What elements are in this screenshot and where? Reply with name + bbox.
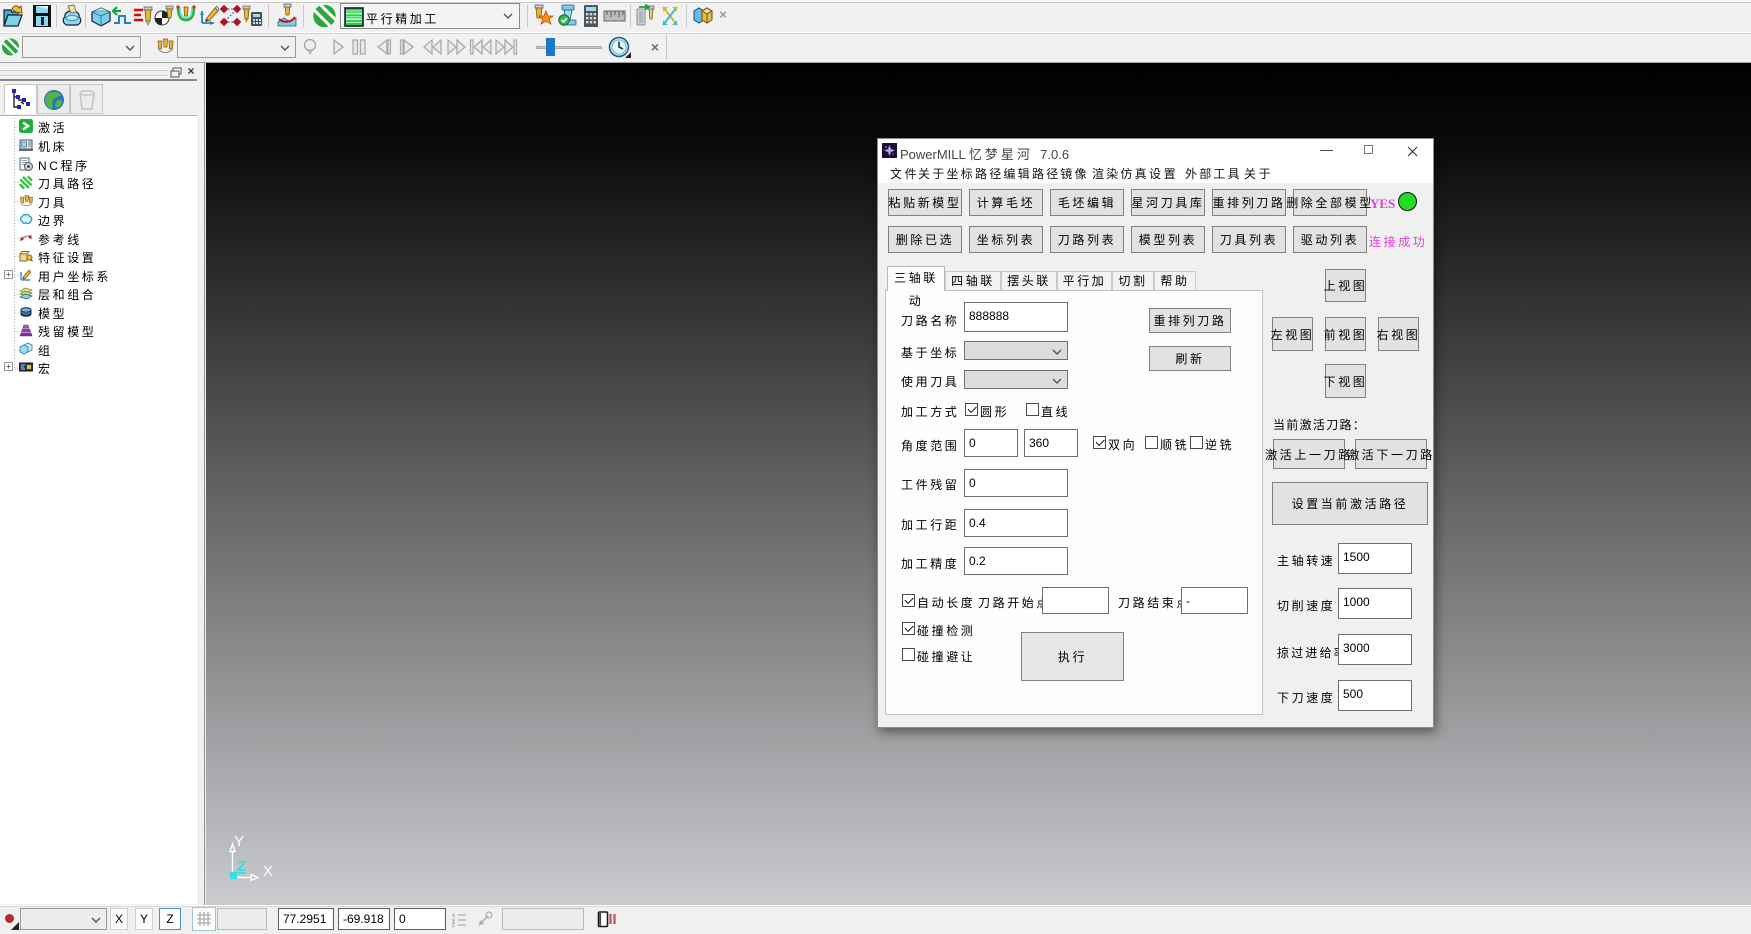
svg-text:X: X xyxy=(263,863,273,880)
svg-text:Y: Y xyxy=(234,833,244,850)
svg-text:z: z xyxy=(452,923,455,928)
svg-text:Z: Z xyxy=(237,858,246,875)
